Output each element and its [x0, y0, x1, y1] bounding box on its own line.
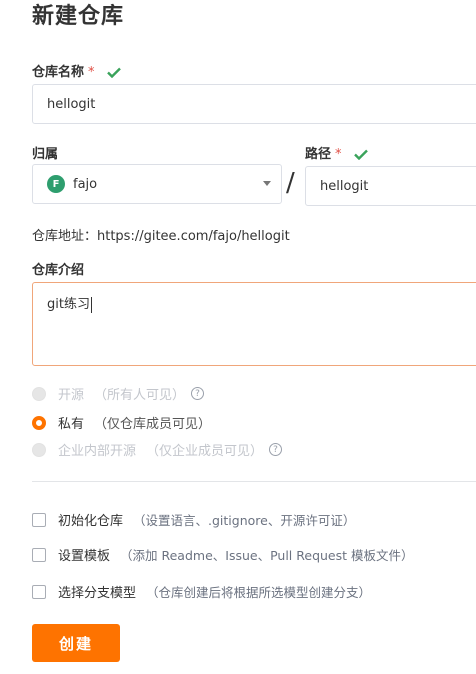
repo-name-input[interactable]: hellogit [32, 84, 476, 124]
owner-value: fajo [73, 176, 98, 192]
create-button[interactable]: 创建 [32, 624, 120, 662]
option-label: 选择分支模型 [58, 586, 137, 601]
radio-public: 开源 （所有人可见） ? [32, 384, 205, 403]
option-hint: （添加 Readme、Issue、Pull Request 模板文件） [120, 548, 414, 563]
radio-hint: （所有人可见） [94, 388, 186, 403]
path-label: 路径 * [305, 143, 368, 162]
radio-label: 私有 [58, 417, 85, 432]
radio-label: 开源 [58, 388, 85, 403]
text-cursor [90, 296, 92, 313]
checkbox[interactable] [32, 512, 46, 527]
repo-name-label: 仓库名称 * [32, 61, 121, 80]
option-label: 设置模板 [58, 549, 111, 564]
radio-button [32, 442, 46, 457]
radio-hint: （仅企业成员可见） [146, 444, 264, 459]
radio-internal: 企业内部开源 （仅企业成员可见） ? [32, 440, 283, 459]
description-label: 仓库介绍 [32, 263, 85, 278]
description-value: git练习 [47, 297, 90, 312]
help-icon[interactable]: ? [269, 443, 283, 456]
option-hint: （仓库创建后将根据所选模型创建分支） [146, 585, 372, 600]
help-icon[interactable]: ? [191, 387, 205, 400]
option-template[interactable]: 设置模板 （添加 Readme、Issue、Pull Request 模板文件） [32, 545, 414, 564]
repo-address: 仓库地址：https://gitee.com/fajo/hellogit [32, 229, 290, 244]
option-label: 初始化仓库 [58, 514, 124, 529]
owner-select[interactable]: F fajo [32, 164, 282, 204]
check-icon [354, 149, 368, 160]
required-mark: * [88, 65, 95, 80]
path-separator: / [286, 168, 295, 198]
repo-name-value: hellogit [47, 96, 96, 112]
owner-label: 归属 [32, 147, 59, 162]
required-mark: * [335, 147, 342, 162]
checkbox[interactable] [32, 547, 46, 562]
option-init-repo[interactable]: 初始化仓库 （设置语言、.gitignore、开源许可证） [32, 510, 355, 529]
radio-label: 企业内部开源 [58, 444, 137, 459]
option-branch-model[interactable]: 选择分支模型 （仓库创建后将根据所选模型创建分支） [32, 582, 371, 601]
page-title: 新建仓库 [32, 4, 125, 29]
radio-button [32, 386, 46, 401]
description-textarea[interactable]: git练习 [32, 282, 476, 366]
divider [32, 481, 476, 482]
path-input[interactable]: hellogit [305, 166, 476, 206]
repo-name-label-text: 仓库名称 [32, 65, 85, 80]
check-icon [107, 67, 121, 78]
path-label-text: 路径 [305, 147, 332, 162]
checkbox[interactable] [32, 584, 46, 599]
path-value: hellogit [320, 178, 369, 194]
radio-private[interactable]: 私有 （仅仓库成员可见） [32, 413, 211, 432]
owner-avatar: F [47, 175, 65, 193]
radio-button[interactable] [32, 415, 46, 430]
chevron-down-icon [263, 181, 271, 186]
radio-hint: （仅仓库成员可见） [94, 417, 212, 432]
option-hint: （设置语言、.gitignore、开源许可证） [133, 513, 356, 528]
